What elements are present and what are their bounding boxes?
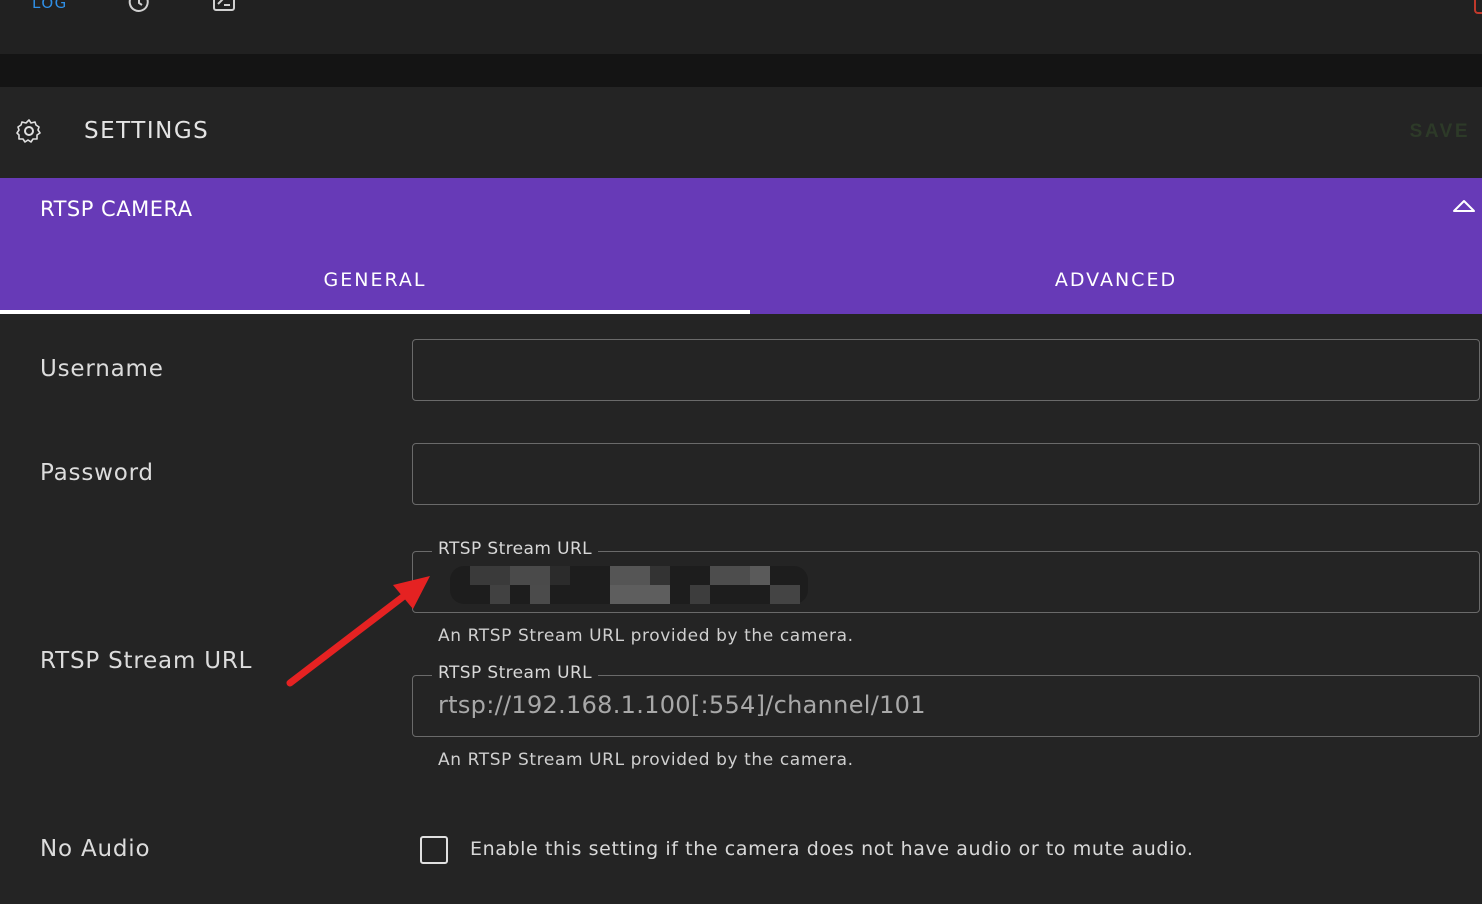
rtsp-url-placeholder: rtsp://192.168.1.100[:554]/channel/101 (438, 691, 926, 719)
top-toolbar: LOG (0, 0, 1482, 54)
no-audio-description: Enable this setting if the camera does n… (470, 838, 1194, 860)
tab-general[interactable]: GENERAL (0, 246, 750, 314)
save-button[interactable]: SAVE (1404, 120, 1476, 144)
history-icon[interactable] (127, 0, 151, 14)
settings-header (0, 87, 1482, 178)
panel-title: RTSP CAMERA (40, 197, 193, 221)
rtsp-url-label: RTSP Stream URL (40, 648, 253, 674)
rtsp-url-float-label-2: RTSP Stream URL (432, 663, 599, 683)
no-audio-checkbox[interactable] (420, 836, 448, 864)
no-audio-label: No Audio (40, 836, 151, 862)
tab-general-label: GENERAL (323, 269, 427, 291)
username-label: Username (40, 356, 164, 382)
rtsp-url-helper: An RTSP Stream URL provided by the camer… (438, 626, 854, 646)
close-button-edge[interactable] (1474, 0, 1482, 14)
password-label: Password (40, 460, 154, 486)
page-title: SETTINGS (84, 118, 210, 144)
tab-advanced-label: ADVANCED (1054, 269, 1178, 291)
username-field[interactable] (412, 339, 1480, 401)
rtsp-url-float-label: RTSP Stream URL (432, 539, 599, 559)
rtsp-url-helper-2: An RTSP Stream URL provided by the camer… (438, 750, 854, 770)
gear-icon (16, 119, 41, 143)
active-tab-indicator (0, 310, 750, 314)
terminal-icon[interactable] (212, 0, 236, 14)
chevron-up-icon[interactable] (1452, 198, 1476, 216)
tab-advanced[interactable]: ADVANCED (750, 246, 1482, 314)
password-field[interactable] (412, 443, 1480, 505)
divider-band (0, 54, 1482, 87)
log-tab[interactable]: LOG (32, 0, 68, 12)
